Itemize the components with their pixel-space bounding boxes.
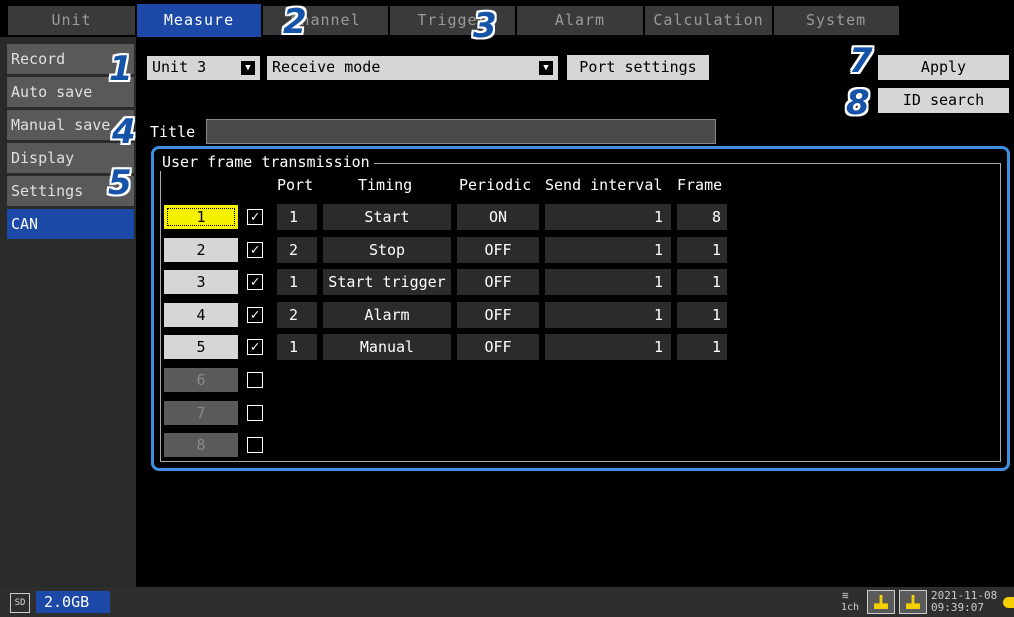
header-timing: Timing — [358, 176, 413, 194]
frame-row-8-button[interactable]: 8 — [164, 433, 238, 457]
frame-row-2-button[interactable]: 2 — [164, 238, 238, 262]
plug-icon — [906, 595, 920, 609]
tab-unit[interactable]: Unit — [8, 6, 136, 35]
mode-select[interactable]: Receive mode ▼ — [267, 56, 558, 80]
frame-row-1-checkbox[interactable]: ✓ — [247, 209, 263, 225]
frame-row-3-port[interactable]: 1 — [277, 269, 317, 295]
callout-4: 4 — [112, 112, 136, 152]
callout-3: 3 — [473, 6, 497, 46]
apply-button[interactable]: Apply — [878, 55, 1009, 80]
frame-row-5-frame[interactable]: 1 — [677, 334, 727, 360]
callout-5: 5 — [108, 163, 132, 203]
storage-capacity: 2.0GB — [36, 591, 110, 613]
callout-7: 7 — [849, 41, 873, 81]
frame-row-5-checkbox[interactable]: ✓ — [247, 339, 263, 355]
frame-row-4-interval[interactable]: 1 — [545, 302, 671, 328]
header-send-interval: Send interval — [545, 176, 663, 194]
frame-row-7-checkbox[interactable] — [247, 405, 263, 421]
plug-icon — [874, 595, 888, 609]
frame-row-3-periodic[interactable]: OFF — [457, 269, 539, 295]
frame-row-2-checkbox[interactable]: ✓ — [247, 242, 263, 258]
channel-label: 1ch — [841, 602, 860, 613]
tab-system[interactable]: System — [774, 6, 900, 35]
frame-row-1-periodic[interactable]: ON — [457, 204, 539, 230]
frame-legend: User frame transmission — [158, 153, 374, 171]
frame-row-4-periodic[interactable]: OFF — [457, 302, 539, 328]
tab-measure[interactable]: Measure — [137, 4, 262, 37]
frame-row-1-port[interactable]: 1 — [277, 204, 317, 230]
frame-row-3-timing[interactable]: Start trigger — [323, 269, 451, 295]
unit-connection-icon — [867, 590, 895, 614]
header-port: Port — [277, 176, 314, 194]
unit-select[interactable]: Unit 3 ▼ — [147, 56, 260, 80]
frame-row-4-port[interactable]: 2 — [277, 302, 317, 328]
id-search-button[interactable]: ID search — [878, 88, 1009, 113]
time-label: 09:39:07 — [931, 601, 984, 614]
chevron-down-icon: ▼ — [539, 61, 553, 75]
frame-row-5-button[interactable]: 5 — [164, 335, 238, 359]
chevron-down-icon: ▼ — [241, 61, 255, 75]
frame-row-4-timing[interactable]: Alarm — [323, 302, 451, 328]
frame-row-3-checkbox[interactable]: ✓ — [247, 274, 263, 290]
frame-row-1-timing[interactable]: Start — [323, 204, 451, 230]
sidebar-item-can[interactable]: CAN — [7, 209, 134, 239]
power-icon — [1003, 597, 1014, 608]
frame-row-3-interval[interactable]: 1 — [545, 269, 671, 295]
frame-row-2-port[interactable]: 2 — [277, 237, 317, 263]
frame-row-5-interval[interactable]: 1 — [545, 334, 671, 360]
frame-row-3-frame[interactable]: 1 — [677, 269, 727, 295]
tab-calculation[interactable]: Calculation — [645, 6, 773, 35]
tab-alarm[interactable]: Alarm — [517, 6, 644, 35]
frame-row-2-frame[interactable]: 1 — [677, 237, 727, 263]
sd-card-icon: SD — [10, 593, 30, 613]
title-label: Title — [150, 123, 196, 141]
header-frame: Frame — [677, 176, 723, 194]
frame-row-6-checkbox[interactable] — [247, 372, 263, 388]
frame-row-3-button[interactable]: 3 — [164, 270, 238, 294]
status-bar: SD 2.0GB ≋ 1ch 2021-11-08 09:39:07 — [0, 587, 1014, 617]
tab-trigger[interactable]: Trigger — [390, 6, 516, 35]
frame-row-1-interval[interactable]: 1 — [545, 204, 671, 230]
frame-row-5-port[interactable]: 1 — [277, 334, 317, 360]
frame-row-7-button[interactable]: 7 — [164, 401, 238, 425]
unit-select-value: Unit 3 — [152, 58, 207, 76]
frame-row-8-checkbox[interactable] — [247, 437, 263, 453]
port-settings-button[interactable]: Port settings — [567, 55, 709, 80]
callout-8: 8 — [846, 83, 870, 123]
frame-row-2-periodic[interactable]: OFF — [457, 237, 539, 263]
frame-row-6-button[interactable]: 6 — [164, 368, 238, 392]
frame-row-4-frame[interactable]: 1 — [677, 302, 727, 328]
frame-row-1-frame[interactable]: 8 — [677, 204, 727, 230]
frame-row-2-interval[interactable]: 1 — [545, 237, 671, 263]
title-input[interactable] — [206, 119, 716, 144]
header-periodic: Periodic — [459, 176, 532, 194]
unit-connection-icon — [899, 590, 927, 614]
callout-1: 1 — [109, 49, 133, 89]
frame-row-2-timing[interactable]: Stop — [323, 237, 451, 263]
frame-row-5-timing[interactable]: Manual — [323, 334, 451, 360]
tab-channel[interactable]: Channel — [263, 6, 389, 35]
frame-row-5-periodic[interactable]: OFF — [457, 334, 539, 360]
callout-2: 2 — [283, 2, 307, 42]
frame-row-1-button[interactable]: 1 — [164, 205, 238, 229]
wireless-icon: ≋ — [842, 589, 849, 602]
mode-select-value: Receive mode — [272, 58, 381, 76]
frame-row-4-checkbox[interactable]: ✓ — [247, 307, 263, 323]
tab-bar: Unit Measure Channel Trigger Alarm Calcu… — [0, 0, 1014, 37]
frame-row-4-button[interactable]: 4 — [164, 303, 238, 327]
